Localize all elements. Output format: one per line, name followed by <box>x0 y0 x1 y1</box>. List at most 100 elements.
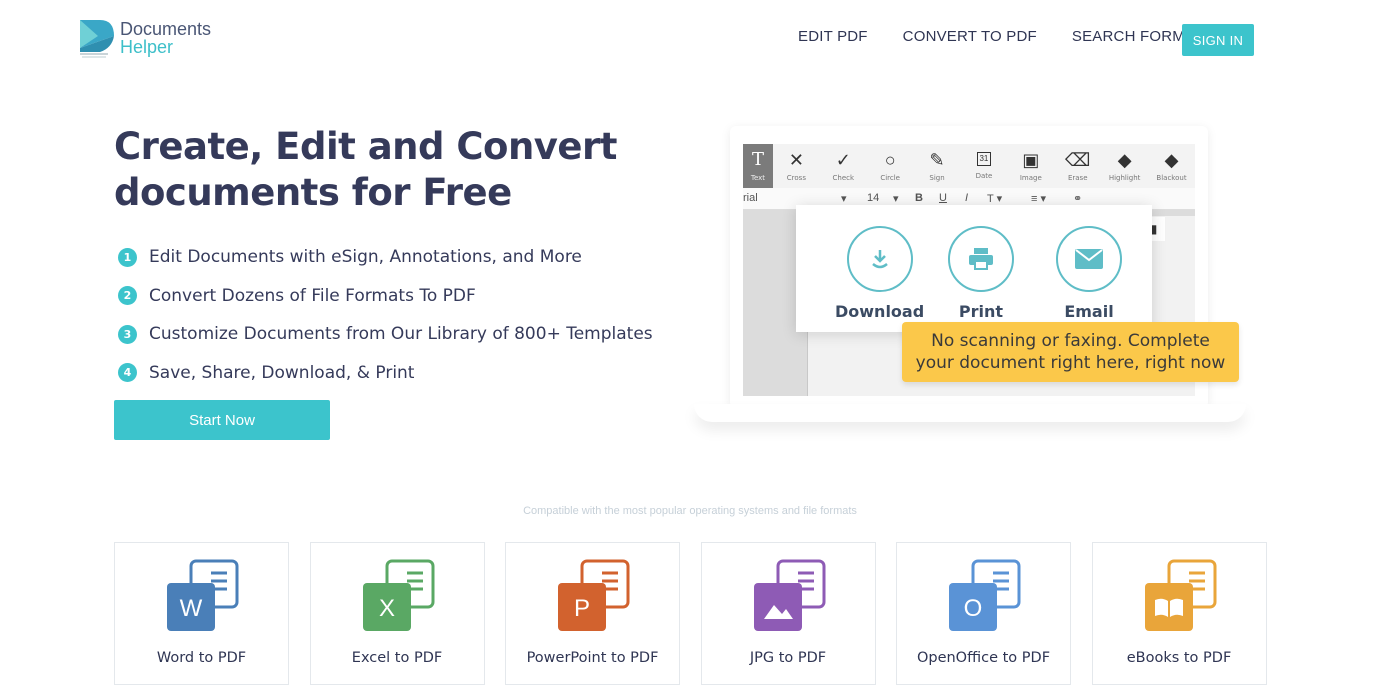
device-base <box>694 404 1246 422</box>
tool-cross: ✕ Cross <box>773 144 820 188</box>
circle-icon: ○ <box>884 150 896 170</box>
print-icon <box>948 226 1014 292</box>
start-now-button[interactable]: Start Now <box>114 400 330 440</box>
cross-icon: ✕ <box>788 150 804 170</box>
blackout-icon: ◆ <box>1164 150 1179 170</box>
card-ebooks-to-pdf[interactable]: eBooks to PDF <box>1091 542 1267 685</box>
nav-edit-pdf[interactable]: EDIT PDF <box>798 28 868 45</box>
editor-toolbar: T Text ✕ Cross ✓ Check ○ Circle ✎ Sign 3… <box>743 144 1195 188</box>
callout-line-2: your document right here, right now <box>915 353 1226 373</box>
powerpoint-file-icon: P <box>558 559 630 631</box>
download-label: Download <box>835 302 925 321</box>
link-icon: ⚭ <box>1073 193 1083 205</box>
download-icon <box>846 226 913 292</box>
tool-highlight: ◆ Highlight <box>1101 144 1148 188</box>
feature-number-badge: 1 <box>118 247 137 267</box>
book-file-icon <box>1144 559 1216 631</box>
tool-label: Date <box>975 172 993 180</box>
card-jpg-to-pdf[interactable]: JPG to PDF <box>700 542 876 685</box>
tool-erase: ⌫ Erase <box>1054 144 1101 188</box>
svg-text:X: X <box>378 595 394 622</box>
feature-item: 4 Save, Share, Download, & Print <box>118 354 653 393</box>
tool-label: Sign <box>929 174 945 182</box>
top-nav: EDIT PDF CONVERT TO PDF SEARCH FORMS <box>798 28 1195 45</box>
logo-line-2: Helper <box>120 37 174 57</box>
feature-number-badge: 2 <box>118 286 137 306</box>
highlight-icon: ◆ <box>1117 150 1132 170</box>
align-icon: ≡ ▾ <box>1031 193 1046 205</box>
excel-file-icon: X <box>362 559 434 631</box>
chevron-down-icon: ▾ <box>893 193 899 205</box>
email-option[interactable]: Email <box>1056 226 1122 321</box>
download-option[interactable]: Download <box>835 226 924 321</box>
print-label: Print <box>958 302 1004 321</box>
card-powerpoint-to-pdf[interactable]: P PowerPoint to PDF <box>505 542 680 685</box>
card-openoffice-to-pdf[interactable]: O OpenOffice to PDF <box>896 542 1071 685</box>
card-label: eBooks to PDF <box>1126 650 1232 666</box>
italic-icon: I <box>965 192 969 204</box>
hero-title: Create, Edit and Convert documents for F… <box>114 124 674 216</box>
tool-image: ▣ Image <box>1007 144 1054 188</box>
feature-text: Convert Dozens of File Formats To PDF <box>149 285 476 306</box>
openoffice-file-icon: O <box>949 559 1021 631</box>
font-name-select: rial <box>743 192 758 204</box>
tool-check: ✓ Check <box>820 144 867 188</box>
callout-line-1: No scanning or faxing. Complete <box>931 331 1210 351</box>
svg-text:P: P <box>574 595 590 622</box>
tool-label: Circle <box>880 174 900 182</box>
print-option[interactable]: Print <box>948 226 1014 321</box>
feature-item: 2 Convert Dozens of File Formats To PDF <box>118 277 653 316</box>
hero-title-line-1: Create, Edit and Convert <box>114 125 617 168</box>
tool-label: Blackout <box>1156 174 1187 182</box>
tool-circle: ○ Circle <box>867 144 914 188</box>
underline-icon: U <box>939 192 947 204</box>
word-file-icon: W <box>167 559 239 631</box>
feature-item: 3 Customize Documents from Our Library o… <box>118 315 653 354</box>
card-label: Excel to PDF <box>351 650 443 666</box>
card-label: Word to PDF <box>156 650 247 666</box>
card-label: PowerPoint to PDF <box>526 650 659 666</box>
email-label: Email <box>1064 302 1114 321</box>
card-label: JPG to PDF <box>749 650 827 666</box>
card-label: OpenOffice to PDF <box>916 650 1051 666</box>
save-options-modal: Download Print Email <box>796 205 1152 332</box>
feature-number-badge: 3 <box>118 324 137 344</box>
logo-text: Documents Helper <box>120 20 211 56</box>
image-file-icon <box>753 559 825 631</box>
tool-date: 31 Date <box>961 144 1008 188</box>
feature-text: Save, Share, Download, & Print <box>149 362 415 383</box>
brand-logo[interactable]: Documents Helper <box>78 18 211 58</box>
nav-search-forms[interactable]: SEARCH FORMS <box>1072 28 1195 45</box>
sign-in-button[interactable]: SIGN IN <box>1182 24 1254 56</box>
card-excel-to-pdf[interactable]: X Excel to PDF <box>309 542 485 685</box>
chevron-down-icon: ▾ <box>841 193 847 205</box>
feature-text: Customize Documents from Our Library of … <box>149 324 653 345</box>
nav-convert-to-pdf[interactable]: CONVERT TO PDF <box>903 28 1037 45</box>
svg-text:W: W <box>180 595 203 622</box>
sign-icon: ✎ <box>929 150 945 170</box>
erase-icon: ⌫ <box>1065 150 1091 170</box>
feature-text: Edit Documents with eSign, Annotations, … <box>149 247 582 268</box>
logo-line-1: Documents <box>120 19 212 39</box>
font-size-select: 14 <box>867 192 880 204</box>
image-icon: ▣ <box>1022 150 1040 170</box>
tool-label: Erase <box>1067 174 1088 182</box>
callout-banner: No scanning or faxing. Complete your doc… <box>902 322 1239 382</box>
compat-caption: Compatible with the most popular operati… <box>523 505 857 517</box>
tool-label: Highlight <box>1108 174 1141 182</box>
bold-icon: B <box>915 192 923 204</box>
svg-text:O: O <box>964 595 983 622</box>
format-cards: W Word to PDF X Excel to PDF P PowerPoin… <box>114 542 1267 685</box>
text-icon: T <box>751 149 764 170</box>
tool-blackout: ◆ Blackout <box>1148 144 1195 188</box>
tool-label: Image <box>1019 174 1042 182</box>
tool-sign: ✎ Sign <box>914 144 961 188</box>
text-size-icon: T ▾ <box>987 193 1003 205</box>
check-icon: ✓ <box>835 150 851 170</box>
logo-mark-icon <box>80 20 114 58</box>
email-icon <box>1056 226 1122 292</box>
feature-number-badge: 4 <box>118 363 137 383</box>
card-word-to-pdf[interactable]: W Word to PDF <box>114 542 289 685</box>
feature-list: 1 Edit Documents with eSign, Annotations… <box>118 238 653 392</box>
tool-label: Cross <box>786 174 806 182</box>
